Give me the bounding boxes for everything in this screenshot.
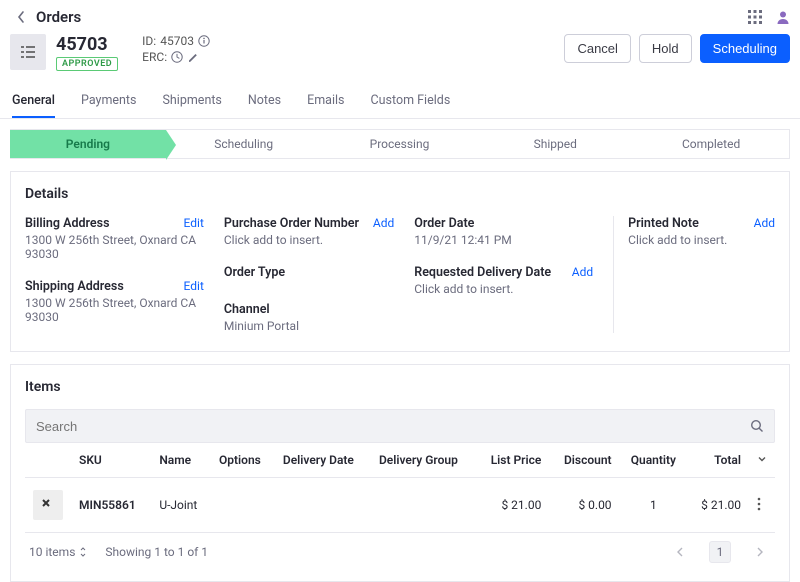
items-card: Items SKU Name Options Delivery Date Del… [10, 364, 790, 582]
printed-add-link[interactable]: Add [754, 216, 775, 230]
cell-delivery-group [371, 478, 476, 533]
col-name[interactable]: Name [151, 443, 211, 478]
billing-edit-link[interactable]: Edit [184, 216, 204, 230]
cancel-button[interactable]: Cancel [564, 34, 630, 63]
scheduling-button[interactable]: Scheduling [700, 34, 790, 63]
pager: 10 items Showing 1 to 1 of 1 1 [25, 533, 775, 563]
clock-icon[interactable] [171, 51, 183, 63]
page-size-select[interactable]: 10 items [29, 545, 87, 559]
col-delivery-date[interactable]: Delivery Date [275, 443, 371, 478]
id-value: 45703 [160, 34, 194, 48]
column-menu-chevron-icon[interactable] [757, 454, 767, 464]
order-type-icon [10, 34, 46, 70]
items-table: SKU Name Options Delivery Date Delivery … [25, 443, 775, 533]
page-title: Orders [36, 8, 81, 26]
cell-list-price: $ 21.00 [476, 478, 550, 533]
back-chevron-icon[interactable] [10, 6, 32, 28]
status-badge: APPROVED [56, 57, 118, 71]
product-thumb-icon [33, 490, 63, 520]
cell-total: $ 21.00 [687, 478, 749, 533]
cell-discount: $ 0.00 [549, 478, 619, 533]
id-label: ID: [142, 34, 156, 48]
cell-options [211, 478, 275, 533]
search-icon[interactable] [750, 419, 764, 433]
tab-custom-fields[interactable]: Custom Fields [371, 83, 451, 118]
tab-payments[interactable]: Payments [81, 83, 136, 118]
requested-placeholder: Click add to insert. [414, 282, 593, 296]
col-delivery-group[interactable]: Delivery Group [371, 443, 476, 478]
po-add-link[interactable]: Add [373, 216, 394, 230]
cell-name: U-Joint [151, 478, 211, 533]
erc-label: ERC: [142, 50, 167, 64]
stage-scheduling: Scheduling [166, 130, 322, 158]
po-placeholder: Click add to insert. [224, 233, 394, 247]
tab-shipments[interactable]: Shipments [162, 83, 221, 118]
workflow-progress: Pending Scheduling Processing Shipped Co… [10, 129, 790, 159]
details-title: Details [25, 186, 775, 202]
order-tabs: General Payments Shipments Notes Emails … [0, 83, 800, 119]
hold-button[interactable]: Hold [639, 34, 692, 63]
printed-label: Printed Note [628, 216, 699, 231]
col-total[interactable]: Total [687, 443, 749, 478]
stage-pending: Pending [10, 130, 166, 158]
cell-delivery-date [275, 478, 371, 533]
user-avatar-icon[interactable] [776, 10, 790, 24]
col-discount[interactable]: Discount [549, 443, 619, 478]
billing-value: 1300 W 256th Street, Oxnard CA 93030 [25, 233, 204, 261]
tab-emails[interactable]: Emails [307, 83, 344, 118]
requested-label: Requested Delivery Date [414, 265, 551, 280]
pager-prev[interactable] [669, 541, 691, 563]
row-kebab-icon[interactable] [757, 497, 761, 511]
stage-completed: Completed [633, 130, 789, 158]
order-number: 45703 [56, 34, 118, 55]
channel-value: Minium Portal [224, 319, 394, 333]
details-card: Details Billing Address Edit 1300 W 256th… [10, 171, 790, 352]
col-list-price[interactable]: List Price [476, 443, 550, 478]
tab-general[interactable]: General [12, 83, 55, 118]
col-options[interactable]: Options [211, 443, 275, 478]
tab-notes[interactable]: Notes [248, 83, 281, 118]
shipping-edit-link[interactable]: Edit [184, 279, 204, 293]
billing-label: Billing Address [25, 216, 110, 231]
cell-sku: MIN55861 [71, 478, 151, 533]
requested-add-link[interactable]: Add [572, 265, 593, 279]
table-row[interactable]: MIN55861 U-Joint $ 21.00 $ 0.00 1 $ 21.0… [25, 478, 775, 533]
ordertype-label: Order Type [224, 265, 285, 280]
apps-grid-icon[interactable] [748, 10, 762, 24]
shipping-value: 1300 W 256th Street, Oxnard CA 93030 [25, 296, 204, 324]
pager-next[interactable] [749, 541, 771, 563]
pager-showing: Showing 1 to 1 of 1 [105, 545, 208, 559]
channel-label: Channel [224, 302, 270, 317]
stage-processing: Processing [322, 130, 478, 158]
printed-placeholder: Click add to insert. [628, 233, 775, 247]
col-sku[interactable]: SKU [71, 443, 151, 478]
items-title: Items [25, 379, 775, 395]
shipping-label: Shipping Address [25, 279, 124, 294]
items-search[interactable] [25, 409, 775, 443]
orderdate-label: Order Date [414, 216, 474, 231]
cell-quantity: 1 [620, 478, 688, 533]
pager-current[interactable]: 1 [709, 541, 731, 563]
edit-pencil-icon[interactable] [187, 51, 199, 63]
info-icon[interactable] [198, 35, 210, 47]
stage-shipped: Shipped [477, 130, 633, 158]
po-label: Purchase Order Number [224, 216, 359, 231]
search-input[interactable] [36, 419, 750, 434]
col-quantity[interactable]: Quantity [620, 443, 688, 478]
orderdate-value: 11/9/21 12:41 PM [414, 233, 593, 247]
